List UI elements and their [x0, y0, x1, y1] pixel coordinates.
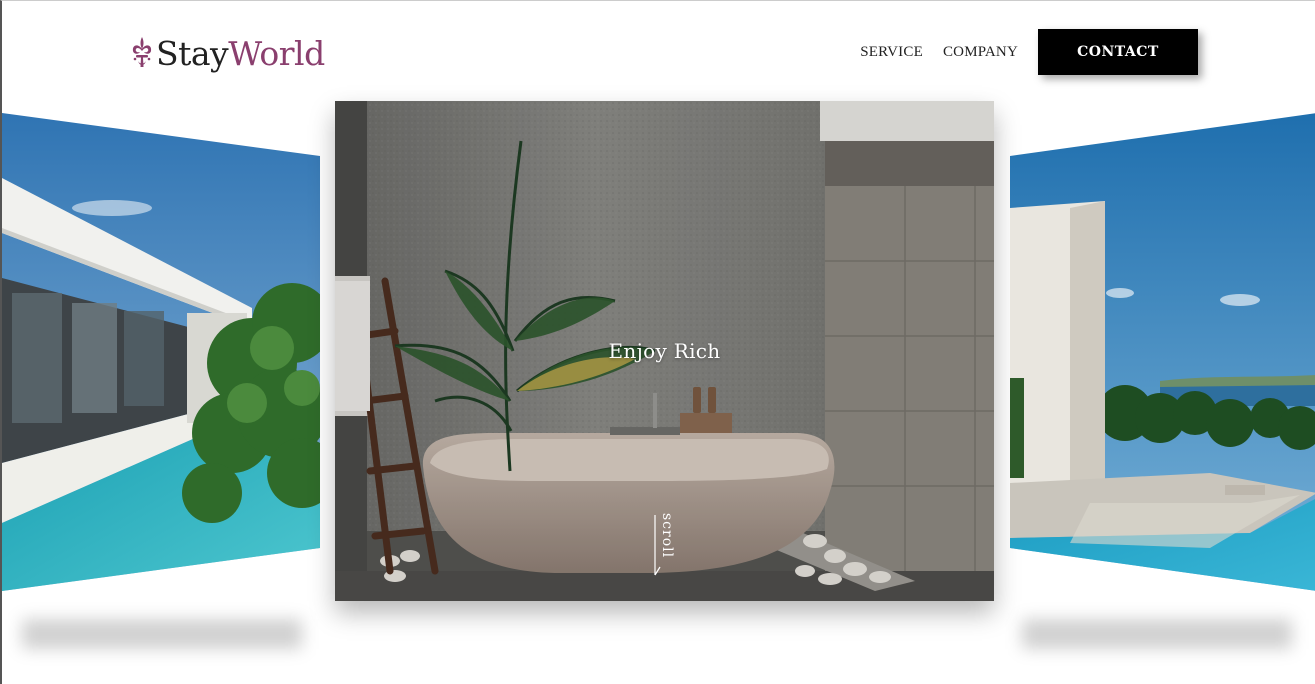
brand-name-part2: World [228, 33, 325, 73]
arrow-down-icon [654, 515, 661, 576]
nav-link-company[interactable]: COMPANY [943, 44, 1018, 61]
infinity-pool-image [1010, 113, 1315, 591]
carousel-slide-active[interactable]: Enjoy Rich scroll [335, 101, 994, 601]
fleur-de-lis-icon [132, 37, 152, 67]
brand-logo[interactable]: StayWorld [130, 31, 325, 75]
scroll-indicator[interactable]: scroll [651, 513, 675, 579]
main-nav: SERVICE COMPANY CONTACT [860, 29, 1198, 75]
carousel-slide-right[interactable] [1010, 113, 1315, 591]
villa-pool-image [2, 113, 320, 591]
contact-button[interactable]: CONTACT [1038, 29, 1198, 75]
carousel-slide-left[interactable] [2, 113, 320, 591]
right-slide-shadow [1022, 619, 1292, 649]
hero-title: Enjoy Rich [608, 339, 721, 363]
image-carousel: Enjoy Rich scroll [2, 101, 1315, 649]
brand-name: StayWorld [156, 34, 325, 73]
left-slide-shadow [22, 619, 302, 649]
nav-link-service[interactable]: SERVICE [860, 44, 923, 61]
brand-name-part1: Stay [156, 33, 229, 73]
